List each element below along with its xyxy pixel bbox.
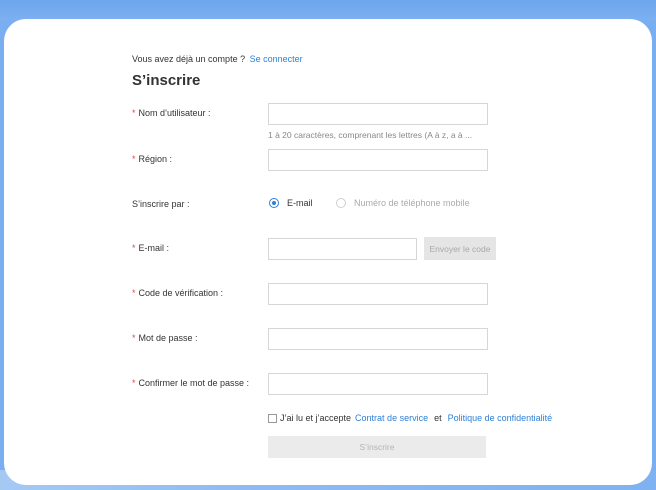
username-input[interactable] (268, 103, 488, 125)
radio-phone-label: Numéro de téléphone mobile (354, 198, 470, 208)
required-mark: * (132, 154, 136, 164)
agreement-and: et (434, 413, 442, 423)
email-label-text: E-mail : (138, 243, 170, 253)
radio-email-label: E-mail (287, 198, 313, 208)
required-mark: * (132, 333, 136, 343)
confirm-password-label: * Confirmer le mot de passe : (132, 378, 249, 388)
radio-phone[interactable]: Numéro de téléphone mobile (336, 198, 470, 208)
login-link[interactable]: Se connecter (250, 54, 303, 64)
radio-selected-icon (269, 198, 279, 208)
have-account-line: Vous avez déjà un compte ? Se connecter (132, 54, 303, 64)
password-label-text: Mot de passe : (138, 333, 198, 343)
background-top (0, 0, 656, 20)
register-button[interactable]: S’inscrire (268, 436, 486, 458)
email-input[interactable] (268, 238, 417, 260)
required-mark: * (132, 288, 136, 298)
page-title: S’inscrire (132, 72, 201, 89)
verification-code-input[interactable] (268, 283, 488, 305)
required-mark: * (132, 243, 136, 253)
confirm-password-label-text: Confirmer le mot de passe : (138, 378, 250, 388)
service-contract-link[interactable]: Contrat de service (355, 413, 428, 423)
region-input[interactable] (268, 149, 488, 171)
radio-email[interactable]: E-mail (269, 198, 313, 208)
password-input[interactable] (268, 328, 488, 350)
verification-code-label: * Code de vérification : (132, 288, 223, 298)
radio-unselected-icon (336, 198, 346, 208)
verification-code-label-text: Code de vérification : (138, 288, 224, 298)
region-label: * Région : (132, 154, 172, 164)
required-mark: * (132, 378, 136, 388)
username-label: * Nom d’utilisateur : (132, 108, 211, 118)
have-account-text: Vous avez déjà un compte ? (132, 54, 246, 64)
confirm-password-input[interactable] (268, 373, 488, 395)
register-via-label: S’inscrire par : (132, 199, 190, 209)
agreement-checkbox[interactable] (268, 413, 277, 423)
email-label: * E-mail : (132, 243, 169, 253)
privacy-policy-link[interactable]: Politique de confidentialité (448, 413, 553, 423)
username-label-text: Nom d’utilisateur : (138, 108, 211, 118)
agreement-row: J’ai lu et j’accepte Contrat de service … (268, 413, 556, 423)
username-hint: 1 à 20 caractères, comprenant les lettre… (268, 130, 473, 140)
send-code-button[interactable]: Envoyer le code (424, 237, 496, 260)
region-label-text: Région : (138, 154, 173, 164)
agreement-text: J’ai lu et j’accepte (280, 413, 352, 423)
required-mark: * (132, 108, 136, 118)
password-label: * Mot de passe : (132, 333, 198, 343)
